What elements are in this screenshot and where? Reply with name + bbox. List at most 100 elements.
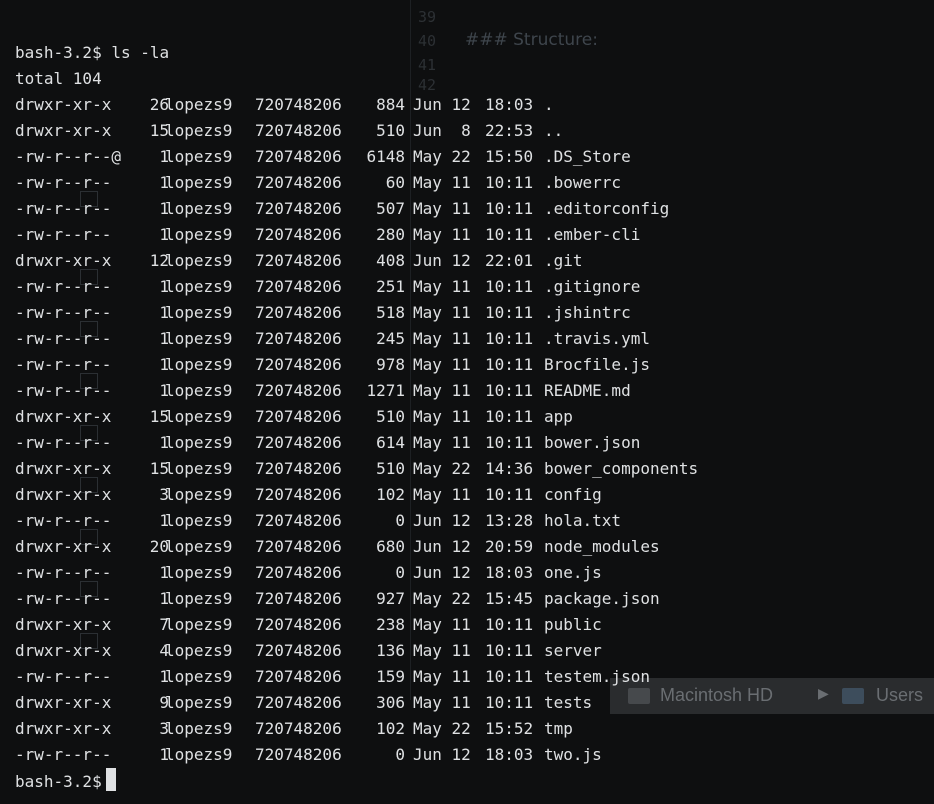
- file-date: Jun 8: [413, 121, 471, 140]
- file-time: 10:11: [485, 329, 534, 348]
- file-permissions: -rw-r--r--: [15, 355, 112, 374]
- file-name: hola.txt: [544, 511, 622, 530]
- file-owner: lopezs9: [165, 95, 233, 114]
- file-permissions: -rw-r--r--: [15, 745, 112, 764]
- file-group: 720748206: [255, 615, 342, 634]
- file-name: .ember-cli: [544, 225, 641, 244]
- listing-row: drwxr-xr-x 9 lopezs9 720748206 306 May 11 10:1…: [15, 690, 592, 716]
- file-size: 1271: [366, 381, 405, 400]
- file-permissions: drwxr-xr-x: [15, 693, 112, 712]
- listing-row: -rw-r--r-- 1 lopezs9 720748206 1271 May 11 10:…: [15, 378, 631, 404]
- listing-row: drwxr-xr-x 26 lopezs9 720748206 884 Jun 12 18:…: [15, 92, 554, 118]
- listing-row: -rw-r--r-- 1 lopezs9 720748206 518 May 11 10:1…: [15, 300, 631, 326]
- file-date: May 11: [413, 485, 471, 504]
- file-date: May 11: [413, 303, 471, 322]
- file-name: bower.json: [544, 433, 641, 452]
- file-time: 10:11: [485, 615, 534, 634]
- file-size: 0: [395, 745, 405, 764]
- file-group: 720748206: [255, 537, 342, 556]
- file-owner: lopezs9: [165, 251, 233, 270]
- file-group: 720748206: [255, 355, 342, 374]
- total-line: total 104: [15, 69, 102, 88]
- file-owner: lopezs9: [165, 277, 233, 296]
- file-group: 720748206: [255, 251, 342, 270]
- file-owner: lopezs9: [165, 147, 233, 166]
- file-group: 720748206: [255, 745, 342, 764]
- listing-row: -rw-r--r-- 1 lopezs9 720748206 159 May 11 10:1…: [15, 664, 650, 690]
- listing: drwxr-xr-x 26 lopezs9 720748206 884 Jun 12 18:…: [15, 92, 698, 768]
- terminal-output[interactable]: bash-3.2$ ls -la total 104 drwxr-xr-x 26 l…: [15, 40, 698, 794]
- file-name: ..: [544, 121, 564, 140]
- file-time: 10:11: [485, 641, 534, 660]
- file-date: May 11: [413, 433, 471, 452]
- file-owner: lopezs9: [165, 329, 233, 348]
- listing-row: -rw-r--r-- 1 lopezs9 720748206 978 May 11 10:1…: [15, 352, 650, 378]
- file-date: May 11: [413, 381, 471, 400]
- file-permissions: -rw-r--r--@: [15, 147, 121, 166]
- file-size: 978: [376, 355, 405, 374]
- file-date: May 11: [413, 355, 471, 374]
- file-group: 720748206: [255, 407, 342, 426]
- listing-row: -rw-r--r-- 1 lopezs9 720748206 507 May 11 10:1…: [15, 196, 669, 222]
- file-size: 238: [376, 615, 405, 634]
- file-size: 510: [376, 407, 405, 426]
- file-name: public: [544, 615, 602, 634]
- file-owner: lopezs9: [165, 485, 233, 504]
- file-date: May 22: [413, 147, 471, 166]
- file-group: 720748206: [255, 485, 342, 504]
- file-time: 10:11: [485, 277, 534, 296]
- listing-row: -rw-r--r-- 1 lopezs9 720748206 60 May 11 10:11…: [15, 170, 621, 196]
- file-date: May 11: [413, 173, 471, 192]
- file-name: server: [544, 641, 602, 660]
- editor-heading: ### Structure:: [465, 30, 598, 50]
- file-time: 18:03: [485, 745, 534, 764]
- file-date: May 11: [413, 693, 471, 712]
- file-size: 518: [376, 303, 405, 322]
- file-group: 720748206: [255, 147, 342, 166]
- command-text: ls -la: [111, 43, 170, 62]
- file-size: 245: [376, 329, 405, 348]
- file-date: May 11: [413, 277, 471, 296]
- listing-row: drwxr-xr-x 15 lopezs9 720748206 510 Jun 8 22:5…: [15, 118, 563, 144]
- background-finder-path-bar: Macintosh HD ▶ Users: [610, 678, 934, 714]
- file-time: 15:50: [485, 147, 534, 166]
- file-owner: lopezs9: [165, 589, 233, 608]
- prompt: bash-3.2$: [15, 43, 102, 62]
- file-name: app: [544, 407, 573, 426]
- file-time: 10:11: [485, 173, 534, 192]
- path-separator-icon: ▶: [818, 685, 829, 701]
- listing-row: -rw-r--r-- 1 lopezs9 720748206 0 Jun 12 13:28 h…: [15, 508, 621, 534]
- file-owner: lopezs9: [165, 303, 233, 322]
- file-size: 0: [395, 511, 405, 530]
- file-size: 507: [376, 199, 405, 218]
- file-owner: lopezs9: [165, 615, 233, 634]
- prompt: bash-3.2$: [15, 772, 102, 791]
- file-group: 720748206: [255, 563, 342, 582]
- file-group: 720748206: [255, 459, 342, 478]
- file-time: 13:28: [485, 511, 534, 530]
- hard-disk-icon: [628, 688, 650, 704]
- file-permissions: -rw-r--r--: [15, 173, 112, 192]
- file-permissions: drwxr-xr-x: [15, 641, 112, 660]
- file-size: 927: [376, 589, 405, 608]
- file-date: Jun 12: [413, 95, 471, 114]
- file-size: 408: [376, 251, 405, 270]
- file-size: 510: [376, 459, 405, 478]
- file-owner: lopezs9: [165, 459, 233, 478]
- file-size: 102: [376, 485, 405, 504]
- file-name: config: [544, 485, 602, 504]
- file-time: 14:36: [485, 459, 534, 478]
- file-name: testem.json: [544, 667, 650, 686]
- file-time: 18:03: [485, 563, 534, 582]
- file-owner: lopezs9: [165, 563, 233, 582]
- listing-row: -rw-r--r-- 1 lopezs9 720748206 280 May 11 10:1…: [15, 222, 640, 248]
- final-prompt-line[interactable]: bash-3.2$: [15, 768, 169, 794]
- editor-line-number: 40: [418, 32, 437, 50]
- file-permissions: -rw-r--r--: [15, 589, 112, 608]
- file-size: 884: [376, 95, 405, 114]
- file-time: 10:11: [485, 225, 534, 244]
- file-group: 720748206: [255, 511, 342, 530]
- file-date: May 11: [413, 667, 471, 686]
- finder-path-disk: Macintosh HD: [660, 685, 774, 705]
- file-owner: lopezs9: [165, 225, 233, 244]
